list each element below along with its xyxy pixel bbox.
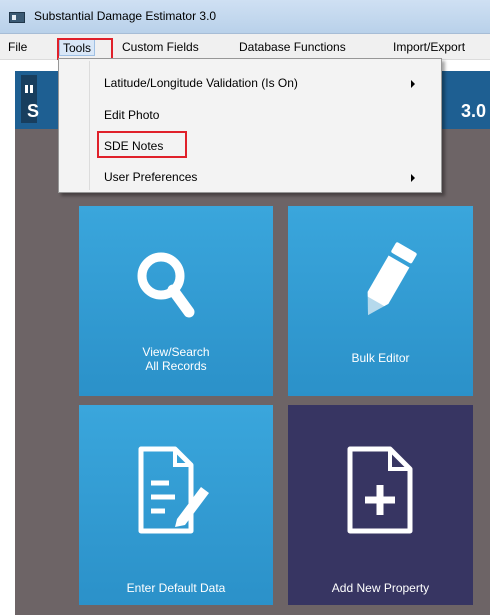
banner-title-fragment: S xyxy=(27,101,40,121)
menu-item-lat-long-validation-label: Latitude/Longitude Validation (Is On) xyxy=(104,76,298,90)
submenu-arrow-icon xyxy=(411,174,415,182)
menu-item-sde-notes[interactable]: SDE Notes xyxy=(61,134,439,158)
enter-default-data-tile[interactable]: Enter Default Data xyxy=(79,405,273,605)
dashboard-workspace: View/Search All Records Bulk Editor Ente… xyxy=(15,129,490,615)
view-search-label-line2: All Records xyxy=(145,359,207,373)
banner-version: 3.0 xyxy=(460,101,486,121)
menu-bar: File Tools Custom Fields Database Functi… xyxy=(0,34,490,60)
menu-import-export[interactable]: Import/Export xyxy=(390,38,468,56)
window-title-bar: Substantial Damage Estimator 3.0 xyxy=(0,0,490,34)
menu-item-user-preferences[interactable]: User Preferences xyxy=(61,165,439,189)
view-search-label-line1: View/Search xyxy=(142,345,210,359)
menu-tools[interactable]: Tools xyxy=(59,38,96,56)
add-new-property-tile[interactable]: Add New Property xyxy=(288,405,473,605)
menu-item-sde-notes-label: SDE Notes xyxy=(104,139,164,153)
menu-item-user-preferences-label: User Preferences xyxy=(104,170,198,184)
search-icon xyxy=(137,252,195,318)
menu-database-functions[interactable]: Database Functions xyxy=(236,38,349,56)
menu-item-lat-long-validation[interactable]: Latitude/Longitude Validation (Is On) xyxy=(61,71,439,95)
menu-custom-fields[interactable]: Custom Fields xyxy=(119,38,202,56)
pencil-icon xyxy=(367,242,417,316)
app-icon xyxy=(9,12,25,23)
view-search-label: View/Search All Records xyxy=(79,345,273,373)
menu-file[interactable]: File xyxy=(5,38,30,56)
tools-dropdown-menu: Latitude/Longitude Validation (Is On) Ed… xyxy=(58,58,442,193)
file-plus-icon xyxy=(347,446,413,534)
submenu-arrow-icon xyxy=(411,80,415,88)
document-edit-icon xyxy=(138,446,209,534)
menu-item-edit-photo[interactable]: Edit Photo xyxy=(61,103,439,127)
bulk-editor-label: Bulk Editor xyxy=(351,351,410,365)
enter-default-data-label: Enter Default Data xyxy=(126,581,226,595)
bulk-editor-tile[interactable]: Bulk Editor xyxy=(288,206,473,396)
menu-item-edit-photo-label: Edit Photo xyxy=(104,108,160,122)
view-search-tile[interactable]: View/Search All Records xyxy=(79,206,273,396)
window-title: Substantial Damage Estimator 3.0 xyxy=(34,9,217,23)
add-new-property-label: Add New Property xyxy=(331,581,430,595)
